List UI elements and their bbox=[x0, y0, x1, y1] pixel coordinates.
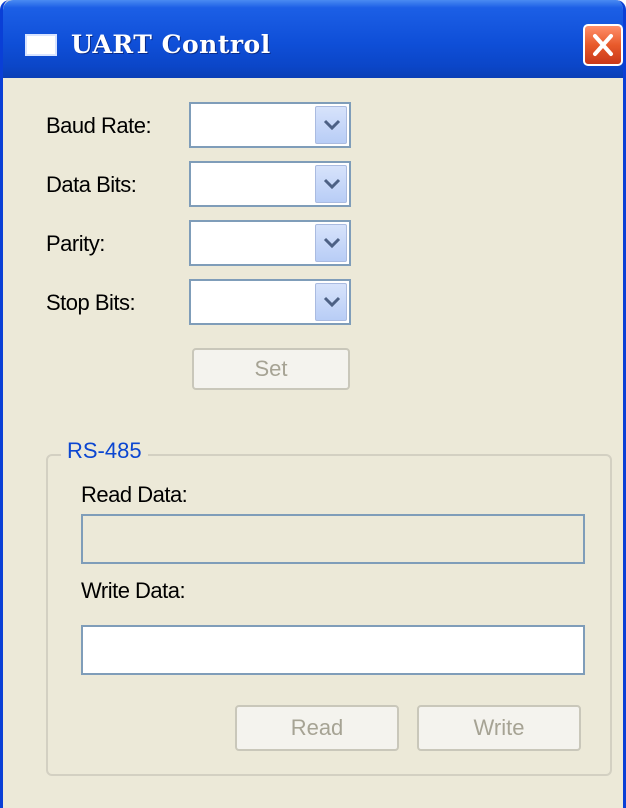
baud-rate-label: Baud Rate: bbox=[46, 113, 152, 138]
baud-rate-dropdown-button[interactable] bbox=[315, 106, 347, 144]
write-data-label: Write Data: bbox=[81, 578, 186, 603]
parity-dropdown-button[interactable] bbox=[315, 224, 347, 262]
stop-bits-dropdown[interactable] bbox=[189, 279, 351, 325]
write-button[interactable]: Write bbox=[417, 705, 581, 751]
close-icon bbox=[593, 34, 613, 56]
stop-bits-dropdown-button[interactable] bbox=[315, 283, 347, 321]
write-data-field[interactable] bbox=[81, 625, 585, 675]
chevron-down-icon bbox=[323, 178, 341, 190]
chevron-down-icon bbox=[323, 237, 341, 249]
window-title: UART Control bbox=[71, 30, 271, 59]
chevron-down-icon bbox=[323, 296, 341, 308]
data-bits-label: Data Bits: bbox=[46, 172, 137, 197]
read-data-label: Read Data: bbox=[81, 482, 188, 507]
stop-bits-label: Stop Bits: bbox=[46, 290, 136, 315]
uart-control-window: UART Control Baud Rate: Data Bits: Parit… bbox=[0, 0, 626, 808]
parity-dropdown[interactable] bbox=[189, 220, 351, 266]
data-bits-dropdown[interactable] bbox=[189, 161, 351, 207]
rs485-group-title: RS-485 bbox=[61, 438, 148, 464]
read-button[interactable]: Read bbox=[235, 705, 399, 751]
title-bar[interactable]: UART Control bbox=[3, 0, 623, 78]
set-button[interactable]: Set bbox=[192, 348, 350, 390]
close-button[interactable] bbox=[583, 24, 623, 66]
parity-label: Parity: bbox=[46, 231, 105, 256]
read-data-field[interactable] bbox=[81, 514, 585, 564]
baud-rate-dropdown[interactable] bbox=[189, 102, 351, 148]
window-app-icon bbox=[25, 34, 57, 56]
chevron-down-icon bbox=[323, 119, 341, 131]
data-bits-dropdown-button[interactable] bbox=[315, 165, 347, 203]
